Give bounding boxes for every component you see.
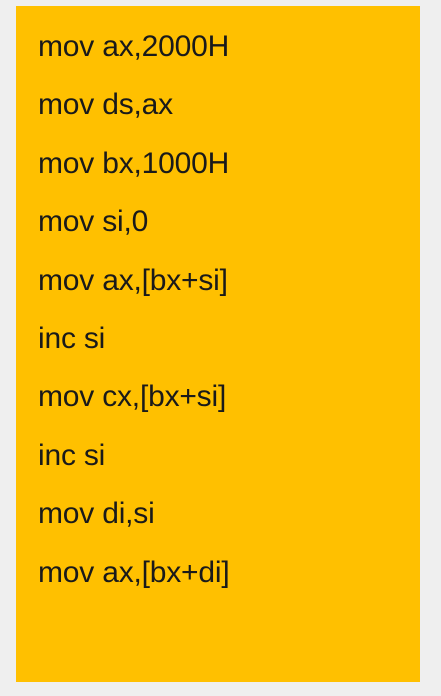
code-line-2: mov ds,ax <box>38 88 173 122</box>
code-line-3: mov bx,1000H <box>38 146 230 180</box>
code-line-9: mov di,si <box>38 497 155 531</box>
code-line-4: mov si,0 <box>38 205 149 239</box>
code-line-8: inc si <box>38 438 106 472</box>
code-line-10: mov ax,[bx+di] <box>38 555 230 589</box>
code-line-1: mov ax,2000H <box>38 30 230 63</box>
code-line-7: mov cx,[bx+si] <box>38 380 227 414</box>
assembly-code-block: mov ax,2000H mov ds,ax mov bx,1000H mov … <box>16 6 420 682</box>
code-line-6: inc si <box>38 321 106 355</box>
code-line-5: mov ax,[bx+si] <box>38 263 228 297</box>
